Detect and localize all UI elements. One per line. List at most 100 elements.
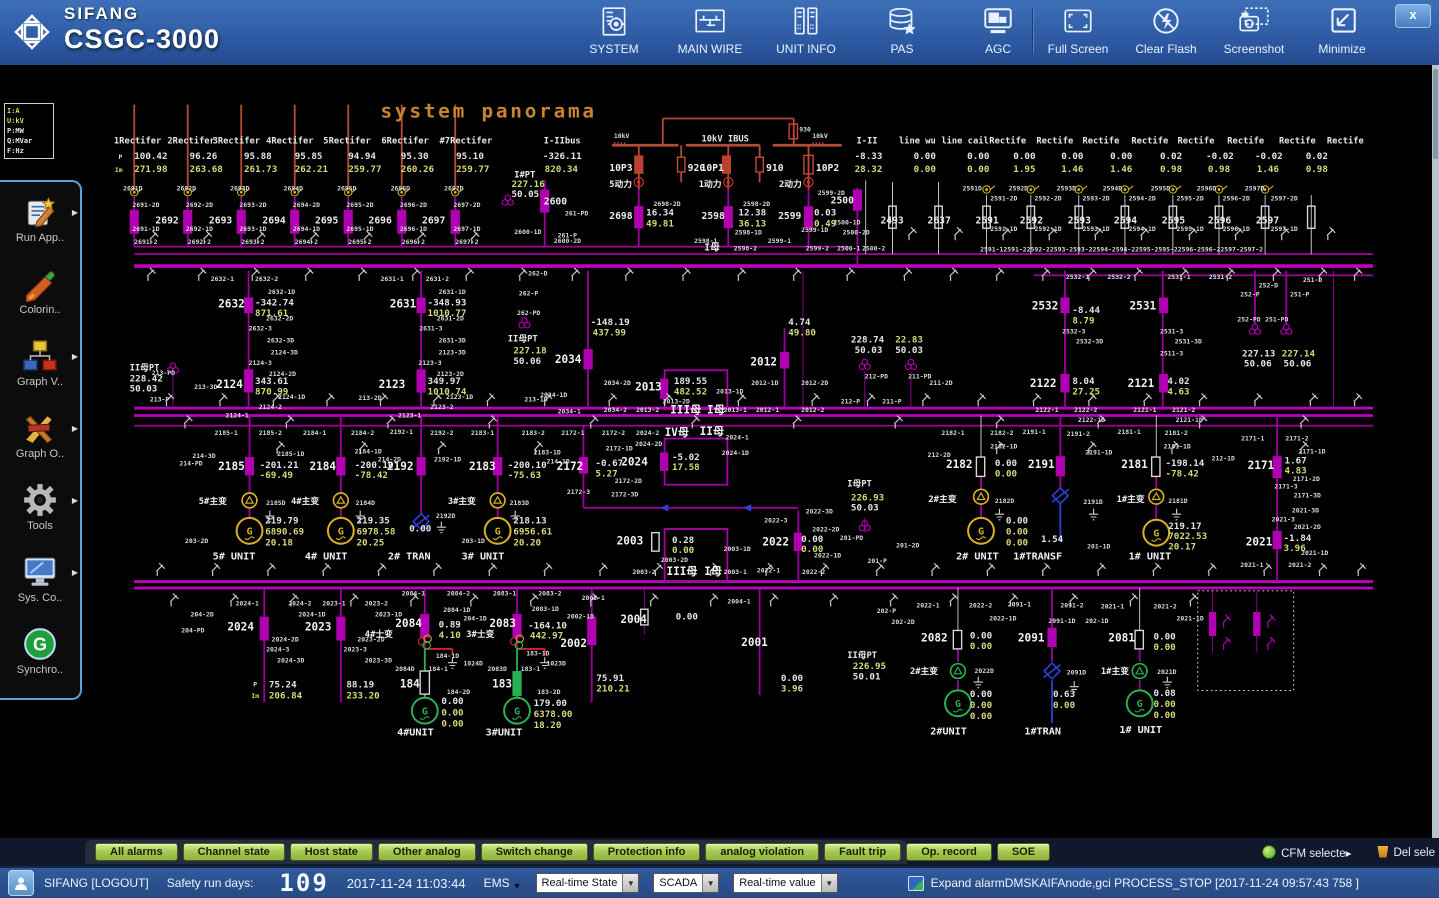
svg-text:2124-3D: 2124-3D	[271, 349, 298, 357]
tab-all-alarms[interactable]: All alarms	[95, 843, 178, 861]
tab-soe[interactable]: SOE	[997, 843, 1050, 861]
svg-text:2695D: 2695D	[337, 184, 357, 192]
svg-text:0.00: 0.00	[967, 151, 989, 162]
svg-text:3#UNIT: 3#UNIT	[486, 728, 523, 739]
alarm-icon	[908, 876, 924, 891]
svg-text:27.25: 27.25	[1072, 386, 1100, 397]
svg-text:213-P: 213-P	[150, 396, 170, 404]
svg-text:2697-2D: 2697-2D	[453, 201, 480, 209]
svg-text:2595-1D: 2595-1D	[1177, 225, 1204, 233]
svg-text:2013-1D: 2013-1D	[716, 387, 743, 395]
tab-analog-violation[interactable]: analog violation	[705, 843, 819, 861]
svg-text:2532-3: 2532-3	[1062, 327, 1085, 335]
scrollbar-thumb[interactable]	[1433, 69, 1438, 159]
svg-text:211-2D: 211-2D	[929, 379, 952, 387]
window-item-screenshot[interactable]: Screenshot	[1218, 2, 1290, 56]
svg-text:2024-1: 2024-1	[725, 434, 748, 442]
svg-text:2083-2: 2083-2	[538, 589, 561, 597]
dropdown-arrow-icon[interactable]: ▼	[702, 874, 718, 892]
svg-text:2532-1: 2532-1	[1066, 273, 1089, 281]
synchro-icon	[22, 624, 58, 664]
svg-text:2001: 2001	[741, 636, 768, 649]
svg-text:96.26: 96.26	[190, 151, 218, 162]
tab-protection-info[interactable]: Protection info	[593, 843, 701, 861]
legend-entry: I:A	[7, 106, 51, 116]
svg-text:20.25: 20.25	[357, 538, 385, 549]
tab-other-analog[interactable]: Other analog	[378, 843, 476, 861]
svg-text:2004-1: 2004-1	[727, 598, 750, 606]
svg-text:0.03: 0.03	[814, 207, 836, 218]
close-button[interactable]: x	[1395, 4, 1431, 28]
sidebar-item-colorin[interactable]: Colorin.. ▶	[0, 254, 80, 326]
pas-icon	[885, 2, 919, 42]
svg-text:2532-2: 2532-2	[1107, 273, 1130, 281]
vertical-scrollbar[interactable]	[1432, 65, 1439, 838]
window-item-full-screen[interactable]: Full Screen	[1042, 2, 1114, 56]
nav-item-agc[interactable]: AGC	[962, 2, 1034, 56]
svg-text:1动力: 1动力	[699, 178, 722, 190]
svg-text:#7Rectifer: #7Rectifer	[440, 135, 493, 146]
svg-text:2084: 2084	[395, 617, 422, 630]
tab-host-state[interactable]: Host state	[290, 843, 373, 861]
svg-text:2083: 2083	[489, 617, 516, 630]
sidebar-item-sys-co[interactable]: Sys. Co.. ▶	[0, 542, 80, 614]
svg-text:2121: 2121	[1128, 377, 1155, 390]
svg-text:II母: II母	[700, 425, 724, 438]
tab-op-record[interactable]: Op. record	[906, 843, 992, 861]
sidebar-item-graph-o[interactable]: Graph O.. ▶	[0, 398, 80, 470]
dropdown-scada[interactable]: SCADA▼	[653, 873, 719, 893]
svg-text:262-PD: 262-PD	[517, 309, 540, 317]
svg-text:2600: 2600	[544, 196, 567, 207]
sidebar-item-tools[interactable]: Tools ▶	[0, 470, 80, 542]
svg-text:95.88: 95.88	[244, 151, 272, 162]
svg-text:0.00: 0.00	[1006, 515, 1028, 526]
svg-text:201-2D: 201-2D	[896, 541, 919, 549]
dropdown-arrow-icon[interactable]: ▼	[821, 874, 837, 892]
svg-text:2182-1: 2182-1	[941, 429, 964, 437]
window-item-minimize[interactable]: Minimize	[1306, 2, 1378, 56]
dropdown-arrow-icon[interactable]: ▼	[622, 874, 638, 892]
svg-text:5#主变: 5#主变	[199, 495, 227, 507]
svg-text:-0.02: -0.02	[1206, 151, 1234, 162]
sidebar-item-graph-v[interactable]: Graph V.. ▶	[0, 326, 80, 398]
window-item-clear-flash[interactable]: Clear Flash	[1130, 2, 1202, 56]
sidebar-item-run-app[interactable]: Run App.. ▶	[0, 182, 80, 254]
svg-text:▾▾▾▾: ▾▾▾▾	[811, 141, 824, 147]
svg-text:2024-2: 2024-2	[636, 429, 659, 437]
svg-text:10kV IBUS: 10kV IBUS	[702, 135, 749, 145]
svg-text:2696-2: 2696-2	[402, 238, 425, 246]
nav-item-main-wire[interactable]: MAIN WIRE	[674, 2, 746, 56]
svg-text:2013: 2013	[635, 381, 662, 394]
svg-text:2024-1: 2024-1	[236, 600, 259, 608]
svg-text:2185-2: 2185-2	[259, 429, 282, 437]
sidebar-item-synchro[interactable]: Synchro.. ▶	[0, 614, 80, 686]
dropdown-real-time-state[interactable]: Real-time State▼	[536, 873, 640, 893]
schematic-canvas[interactable]: GGGGGGGGG system panorama1Rectifer2Recti…	[0, 65, 1439, 838]
tab-switch-change[interactable]: Switch change	[481, 843, 588, 861]
svg-text:2172-3: 2172-3	[567, 488, 590, 496]
svg-text:0.00: 0.00	[914, 151, 936, 162]
nav-item-system[interactable]: SYSTEM	[578, 2, 650, 56]
svg-text:2697-2: 2697-2	[455, 238, 478, 246]
nav-item-pas[interactable]: PAS	[866, 2, 938, 56]
dropdown-real-time-value[interactable]: Real-time value▼	[733, 873, 837, 893]
svg-text:202-1D: 202-1D	[1085, 617, 1108, 625]
title-bar: SIFANG CSGC-3000 SYSTEM MAIN WIRE UNIT I…	[0, 0, 1439, 65]
cfm-selected-button[interactable]: CFM selecte▸	[1262, 845, 1351, 860]
delete-selected-button[interactable]: Del sele	[1377, 846, 1435, 859]
ems-mode-selector[interactable]: EMS▼	[484, 876, 522, 891]
svg-text:2023-2: 2023-2	[365, 600, 388, 608]
svg-text:2191-2: 2191-2	[1067, 430, 1090, 438]
svg-text:2691D: 2691D	[123, 184, 143, 192]
logout-link[interactable]: [LOGOUT]	[91, 876, 148, 890]
nav-item-unit-info[interactable]: UNIT INFO	[770, 2, 842, 56]
svg-text:2696-2D: 2696-2D	[400, 201, 427, 209]
svg-text:2598-2: 2598-2	[734, 244, 757, 252]
tab-channel-state[interactable]: Channel state	[183, 843, 285, 861]
svg-text:259.77: 259.77	[348, 164, 381, 175]
tab-fault-trip[interactable]: Fault trip	[824, 843, 901, 861]
svg-text:2632-2: 2632-2	[255, 275, 278, 283]
svg-text:0.00: 0.00	[1006, 527, 1028, 538]
svg-text:2594-1D: 2594-1D	[1129, 225, 1156, 233]
svg-text:6378.00: 6378.00	[534, 709, 573, 720]
